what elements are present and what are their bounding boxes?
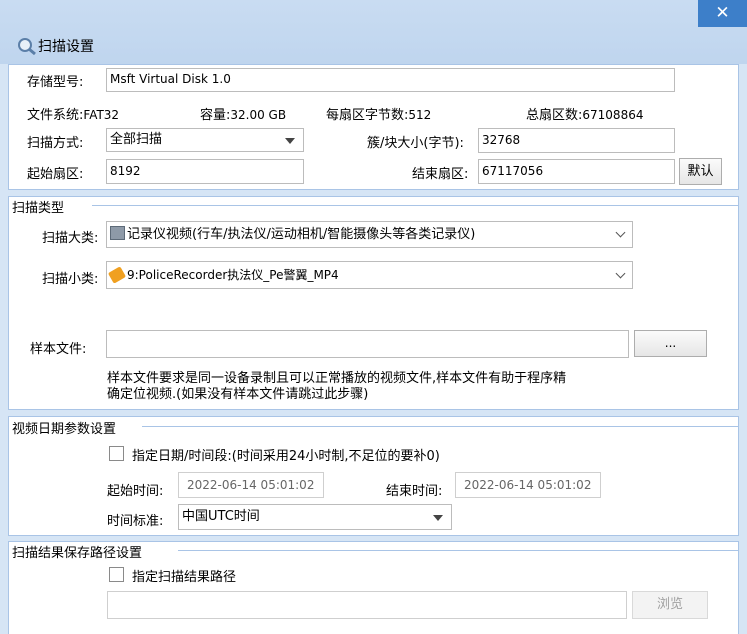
end-time-label: 结束时间: (386, 484, 443, 499)
bps-label: 每扇区字节数:512 (326, 108, 432, 123)
cluster-field[interactable]: 32768 (478, 128, 675, 153)
scan-mode-select[interactable]: 全部扫描 (106, 128, 304, 152)
end-sector-field[interactable]: 67117056 (478, 159, 675, 184)
sample-file-label: 样本文件: (30, 342, 87, 357)
sample-hint-line1: 样本文件要求是同一设备录制且可以正常播放的视频文件,样本文件有助于程序精 (107, 371, 567, 386)
dropdown-arrow-icon (433, 515, 443, 521)
date-range-checkbox[interactable] (109, 446, 124, 461)
time-standard-select[interactable]: 中国UTC时间 (178, 504, 452, 530)
total-sectors-label: 总扇区数:67108864 (526, 108, 644, 123)
cluster-label: 簇/块大小(字节): (367, 136, 464, 151)
end-time-field[interactable]: 2022-06-14 05:01:02 (455, 472, 601, 498)
group-divider (178, 550, 738, 551)
default-button[interactable]: 默认 (679, 158, 722, 185)
model-field[interactable]: Msft Virtual Disk 1.0 (106, 68, 675, 92)
end-sector-label: 结束扇区: (412, 167, 469, 182)
major-type-label: 扫描大类: (42, 231, 99, 246)
close-button[interactable]: ✕ (698, 0, 747, 27)
result-path-group-title: 扫描结果保存路径设置 (12, 542, 147, 561)
chevron-down-icon (615, 227, 626, 238)
group-divider (142, 426, 738, 427)
sample-file-input[interactable] (106, 330, 629, 358)
minor-type-select[interactable]: 9:PoliceRecorder执法仪_Pe警翼_MP4 (106, 261, 633, 289)
result-path-input[interactable] (107, 591, 627, 619)
model-label: 存储型号: (27, 75, 84, 90)
start-time-label: 起始时间: (107, 484, 164, 499)
video-date-group-title: 视频日期参数设置 (12, 418, 121, 437)
capacity-label: 容量:32.00 GB (200, 108, 287, 123)
time-standard-label: 时间标准: (107, 514, 164, 529)
start-sector-field[interactable]: 8192 (106, 159, 304, 184)
major-type-select[interactable]: 记录仪视频(行车/执法仪/运动相机/智能摄像头等各类记录仪) (106, 221, 633, 248)
recorder-icon (110, 226, 125, 240)
title-bar (0, 0, 747, 64)
sample-hint-line2: 确定位视频.(如果没有样本文件请跳过此步骤) (107, 387, 369, 402)
dropdown-arrow-icon (285, 138, 295, 144)
tag-icon (107, 266, 127, 284)
start-time-field[interactable]: 2022-06-14 05:01:02 (178, 472, 324, 498)
result-path-checkbox[interactable] (109, 567, 124, 582)
window-title: 扫描设置 (38, 39, 94, 55)
sample-browse-button[interactable]: ... (634, 330, 707, 357)
scan-mode-label: 扫描方式: (27, 136, 84, 151)
chevron-down-icon (615, 268, 626, 279)
result-browse-button[interactable]: 浏览 (632, 591, 708, 619)
fs-label: 文件系统:FAT32 (27, 108, 120, 123)
result-path-checkbox-label: 指定扫描结果路径 (132, 570, 237, 585)
group-divider (92, 205, 738, 206)
start-sector-label: 起始扇区: (27, 167, 84, 182)
scan-settings-icon (18, 38, 36, 55)
scan-type-group-title: 扫描类型 (12, 197, 69, 216)
date-range-checkbox-label: 指定日期/时间段:(时间采用24小时制,不足位的要补0) (132, 449, 440, 464)
minor-type-label: 扫描小类: (42, 272, 99, 287)
